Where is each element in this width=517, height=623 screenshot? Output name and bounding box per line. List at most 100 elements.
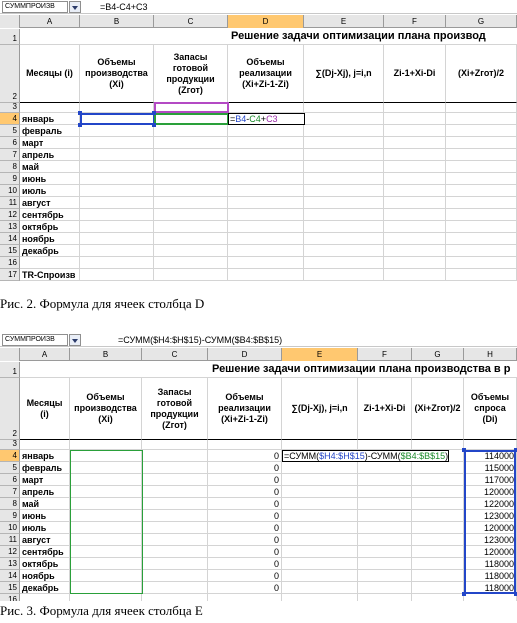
month-cell[interactable]: июнь [20,173,80,185]
data-cell[interactable] [304,161,384,173]
data-cell[interactable] [446,269,517,281]
data-cell[interactable] [446,113,517,125]
demand-cell[interactable]: 123000 [464,510,517,522]
data-cell[interactable] [154,233,228,245]
data-cell[interactable] [304,113,384,125]
data-cell[interactable] [384,103,446,113]
data-cell[interactable] [384,257,446,269]
month-cell[interactable]: май [20,498,70,510]
data-cell[interactable] [228,149,304,161]
demand-cell[interactable]: 117000 [464,474,517,486]
data-cell[interactable] [70,450,142,462]
row-header[interactable]: 13 [0,558,20,570]
data-cell[interactable] [228,233,304,245]
data-cell[interactable] [304,173,384,185]
header-cell-h[interactable]: Объемы спроса (Di) [464,378,517,440]
demand-cell[interactable]: 123000 [464,534,517,546]
data-cell[interactable] [412,582,464,594]
data-cell[interactable] [80,221,154,233]
month-cell[interactable]: май [20,161,80,173]
data-cell[interactable] [358,546,412,558]
month-cell[interactable]: ноябрь [20,570,70,582]
data-cell[interactable] [142,594,208,601]
data-cell[interactable] [358,582,412,594]
data-cell[interactable] [282,486,358,498]
row-header[interactable]: 6 [0,474,20,486]
month-cell[interactable]: ноябрь [20,233,80,245]
month-cell[interactable]: октябрь [20,221,80,233]
column-header-d[interactable]: D [228,15,304,28]
row-header[interactable]: 12 [0,209,20,221]
data-cell[interactable] [446,137,517,149]
demand-cell[interactable] [464,594,517,601]
data-cell[interactable] [70,534,142,546]
header-cell-f[interactable]: Zi-1+Xi-Di [384,45,446,103]
data-cell[interactable] [282,582,358,594]
data-cell[interactable] [412,558,464,570]
data-cell[interactable] [142,498,208,510]
data-cell[interactable] [70,440,142,450]
data-cell[interactable] [282,498,358,510]
data-cell[interactable] [70,522,142,534]
data-cell[interactable] [80,245,154,257]
data-cell[interactable] [228,257,304,269]
row-header[interactable]: 4 [0,113,20,125]
data-cell[interactable] [154,197,228,209]
header-cell-b[interactable]: Объемы производства (Xi) [70,378,142,440]
column-header-h[interactable]: H [464,348,517,361]
data-cell[interactable] [80,149,154,161]
data-cell[interactable] [358,594,412,601]
column-header-c[interactable]: C [154,15,228,28]
data-cell[interactable] [154,221,228,233]
data-cell[interactable] [446,149,517,161]
row-header[interactable]: 6 [0,137,20,149]
data-cell[interactable] [412,462,464,474]
data-cell[interactable] [142,570,208,582]
data-cell[interactable] [154,161,228,173]
editing-cell-d4[interactable]: =B4-C4+C3 [228,113,305,125]
month-cell[interactable]: июль [20,522,70,534]
row-header[interactable]: 7 [0,149,20,161]
data-cell[interactable] [358,570,412,582]
data-cell[interactable] [358,498,412,510]
demand-cell[interactable]: 114000 [464,450,517,462]
data-cell[interactable] [282,522,358,534]
month-cell[interactable]: декабрь [20,582,70,594]
data-cell[interactable] [282,440,358,450]
formula-input[interactable]: =СУММ($H4:$H$15)-СУММ($B4:$B$15) [118,334,282,346]
header-cell-a[interactable]: Месяцы (i) [20,378,70,440]
row-header[interactable]: 17 [0,269,20,281]
row-header[interactable]: 7 [0,486,20,498]
data-cell[interactable] [70,474,142,486]
demand-cell[interactable]: 120000 [464,522,517,534]
data-cell[interactable] [80,125,154,137]
row-header[interactable]: 15 [0,245,20,257]
column-header-a[interactable]: A [20,15,80,28]
range-handle[interactable] [78,111,82,115]
select-all-corner[interactable] [0,348,20,361]
data-cell[interactable] [228,161,304,173]
data-cell[interactable] [446,185,517,197]
data-cell[interactable] [142,522,208,534]
data-cell[interactable] [282,558,358,570]
name-box-dropdown-icon[interactable] [69,334,81,346]
column-header-b[interactable]: B [70,348,142,361]
data-cell[interactable] [228,103,304,113]
data-cell[interactable] [70,498,142,510]
data-cell[interactable] [80,197,154,209]
data-cell[interactable] [358,510,412,522]
realization-cell[interactable]: 0 [208,498,282,510]
data-cell[interactable] [70,570,142,582]
month-cell[interactable]: июль [20,185,80,197]
month-cell[interactable]: март [20,137,80,149]
name-box[interactable]: СУММПРОИЗВ [2,334,68,346]
data-cell[interactable] [446,103,517,113]
row-header[interactable]: 1 [0,362,20,378]
data-cell[interactable] [154,137,228,149]
data-cell[interactable] [446,173,517,185]
data-cell[interactable] [142,450,208,462]
data-cell[interactable] [142,486,208,498]
column-header-e[interactable]: E [282,348,358,361]
month-cell[interactable]: TR-Спроизв [20,269,80,281]
data-cell[interactable] [446,245,517,257]
